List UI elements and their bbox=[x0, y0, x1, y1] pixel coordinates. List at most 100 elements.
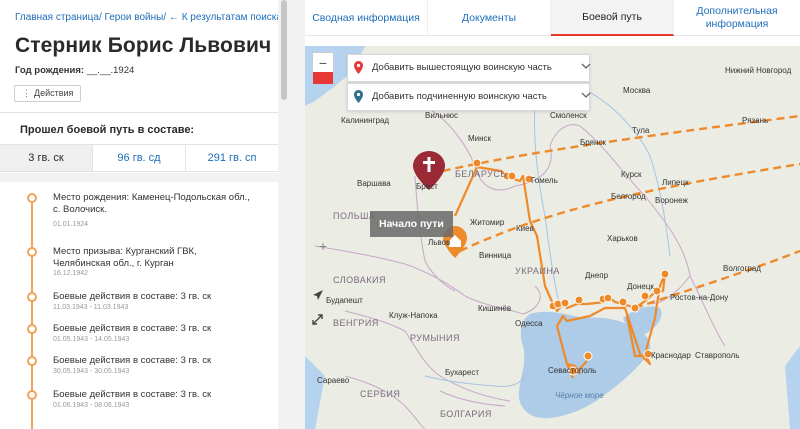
city-label: Одесса bbox=[515, 319, 543, 328]
unit-tabs: 3 гв. ск 96 гв. сд 291 гв. сп bbox=[0, 144, 278, 172]
city-label: Волгоград bbox=[723, 264, 761, 273]
unit-tab-3-gv-sk[interactable]: 3 гв. ск bbox=[0, 145, 93, 171]
combat-path-map[interactable]: Москва Минск Варшава Брест Калининград В… bbox=[305, 46, 800, 429]
city-label: Бухарест bbox=[445, 368, 479, 377]
scrollbar-thumb[interactable] bbox=[281, 0, 287, 100]
event-date: 16.12.1942 bbox=[53, 270, 89, 277]
city-label: Варшава bbox=[357, 179, 391, 188]
city-label: Брест bbox=[416, 182, 438, 191]
event-date: 01.01.1924 bbox=[53, 221, 89, 228]
breadcrumb-home-link[interactable]: Главная страница/ bbox=[15, 12, 102, 23]
start-of-path-tooltip: Начало пути bbox=[370, 211, 453, 237]
country-label: УКРАИНА bbox=[515, 266, 560, 276]
country-label: СЛОВАКИЯ bbox=[333, 275, 387, 285]
birth-value: __.__.1924 bbox=[86, 65, 135, 76]
city-label: Смоленск bbox=[550, 111, 587, 120]
zoom-in-button[interactable]: + bbox=[312, 236, 334, 258]
info-tabs: Сводная информация Документы Боевой путь… bbox=[305, 0, 800, 36]
timeline-dot bbox=[27, 247, 37, 257]
city-label: Липецк bbox=[662, 178, 689, 187]
sea-label: Чёрное море bbox=[555, 391, 604, 400]
city-label: Ростов-на-Дону bbox=[670, 293, 729, 302]
event-date: 11.03.1943 - 11.03.1943 bbox=[53, 304, 129, 311]
event-title: Боевые действия в составе: 3 гв. ск bbox=[53, 355, 212, 366]
higher-unit-dropdown[interactable]: Добавить вышестоящую воинскую часть bbox=[347, 54, 591, 82]
city-label: Гомель bbox=[531, 176, 558, 185]
timeline-event[interactable]: Место призыва: Курганский ГВК, Челябинск… bbox=[0, 236, 278, 286]
higher-unit-placeholder: Добавить вышестоящую воинскую часть bbox=[372, 62, 552, 73]
locate-button[interactable] bbox=[312, 289, 334, 311]
combat-path-title: Прошел боевой путь в составе: bbox=[20, 124, 195, 136]
event-title: Место призыва: Курганский ГВК, Челябинск… bbox=[53, 246, 197, 269]
timeline-dot bbox=[27, 193, 37, 203]
unit-tab-96-gv-sd[interactable]: 96 гв. сд bbox=[93, 145, 186, 171]
city-label: Житомир bbox=[470, 218, 505, 227]
city-label: Тула bbox=[632, 126, 650, 135]
city-label: Кишинёв bbox=[478, 304, 512, 313]
actions-label: Действия bbox=[34, 88, 74, 98]
event-title: Место рождения: Каменец-Подольская обл.,… bbox=[53, 192, 250, 215]
city-label: Рязань bbox=[742, 116, 769, 125]
city-label: Днепр bbox=[585, 271, 609, 280]
city-label: Львов bbox=[428, 238, 451, 247]
divider bbox=[0, 112, 278, 113]
fullscreen-button[interactable] bbox=[312, 314, 334, 336]
detail-panel: Сводная информация Документы Боевой путь… bbox=[305, 0, 800, 429]
event-date: 01.06.1943 - 08.06.1943 bbox=[53, 402, 130, 409]
tab-combat-path[interactable]: Боевой путь bbox=[551, 0, 674, 36]
timeline-dot bbox=[27, 390, 37, 400]
timeline-event[interactable]: Место рождения: Каменец-Подольская обл.,… bbox=[0, 182, 278, 232]
separator-band bbox=[0, 173, 278, 182]
city-label: Ставрополь bbox=[695, 351, 740, 360]
city-label: Сараево bbox=[317, 376, 350, 385]
unit-tab-291-gv-sp[interactable]: 291 гв. сп bbox=[186, 145, 278, 171]
timeline-dot bbox=[27, 292, 37, 302]
event-title: Боевые действия в составе: 3 гв. ск bbox=[53, 291, 212, 302]
layer-color-button[interactable] bbox=[313, 72, 333, 84]
event-date: 01.05.1943 - 14.05.1943 bbox=[53, 336, 130, 343]
birth-label: Год рождения: bbox=[15, 65, 85, 76]
event-date: 30.05.1943 - 30.05.1943 bbox=[53, 368, 130, 375]
event-title: Боевые действия в составе: 3 гв. ск bbox=[53, 323, 212, 334]
lower-unit-placeholder: Добавить подчиненную воинскую часть bbox=[372, 91, 547, 102]
breadcrumb-heroes-link[interactable]: Герои войны/ bbox=[105, 12, 167, 23]
city-label: Курск bbox=[621, 170, 642, 179]
tab-summary[interactable]: Сводная информация bbox=[305, 0, 428, 36]
country-label: РУМЫНИЯ bbox=[410, 333, 460, 343]
person-name: Стерник Борис Львович bbox=[15, 34, 272, 57]
timeline-dot bbox=[27, 356, 37, 366]
city-label: Донецк bbox=[627, 282, 654, 291]
birth-year: Год рождения: __.__.1924 bbox=[15, 65, 134, 76]
city-label: Севастополь bbox=[548, 366, 597, 375]
city-label: Киев bbox=[516, 224, 534, 233]
country-label: БЕЛАРУСЬ bbox=[455, 169, 507, 179]
app-root: Главная страница/ Герои войны/ ← К резул… bbox=[0, 0, 800, 429]
timeline: Место рождения: Каменец-Подольская обл.,… bbox=[0, 182, 278, 429]
city-label: Краснодар bbox=[651, 351, 691, 360]
city-label: Вильнюс bbox=[425, 111, 459, 120]
country-label: ВЕНГРИЯ bbox=[333, 318, 379, 328]
tab-documents[interactable]: Документы bbox=[428, 0, 551, 36]
back-to-results-link[interactable]: ← К результатам поиска bbox=[169, 12, 278, 23]
city-label: Клуж-Напока bbox=[389, 311, 438, 320]
zoom-out-button[interactable]: − bbox=[312, 52, 334, 74]
city-label: Нижний Новгород bbox=[725, 66, 792, 75]
timeline-dot bbox=[27, 324, 37, 334]
minus-icon: − bbox=[318, 55, 328, 71]
city-label: Белгород bbox=[611, 192, 646, 201]
plus-icon: + bbox=[318, 238, 328, 254]
event-title: Боевые действия в составе: 3 гв. ск bbox=[53, 389, 212, 400]
city-label: Воронеж bbox=[655, 196, 688, 205]
lower-unit-dropdown[interactable]: Добавить подчиненную воинскую часть bbox=[347, 83, 591, 111]
actions-button[interactable]: ⋮ Действия bbox=[14, 85, 82, 102]
city-label: Калининград bbox=[341, 116, 390, 125]
country-label: БОЛГАРИЯ bbox=[440, 409, 492, 419]
tab-additional-info[interactable]: Дополнительная информация bbox=[674, 0, 800, 36]
person-panel: Главная страница/ Герои войны/ ← К резул… bbox=[0, 0, 278, 429]
more-vertical-icon: ⋮ bbox=[22, 88, 31, 98]
city-label: Москва bbox=[623, 86, 651, 95]
country-label: СЕРБИЯ bbox=[360, 389, 401, 399]
city-label: Харьков bbox=[607, 234, 638, 243]
timeline-event[interactable]: Боевые действия в составе: 3 гв. ск 01.0… bbox=[0, 379, 278, 429]
city-label: Брянск bbox=[580, 138, 606, 147]
